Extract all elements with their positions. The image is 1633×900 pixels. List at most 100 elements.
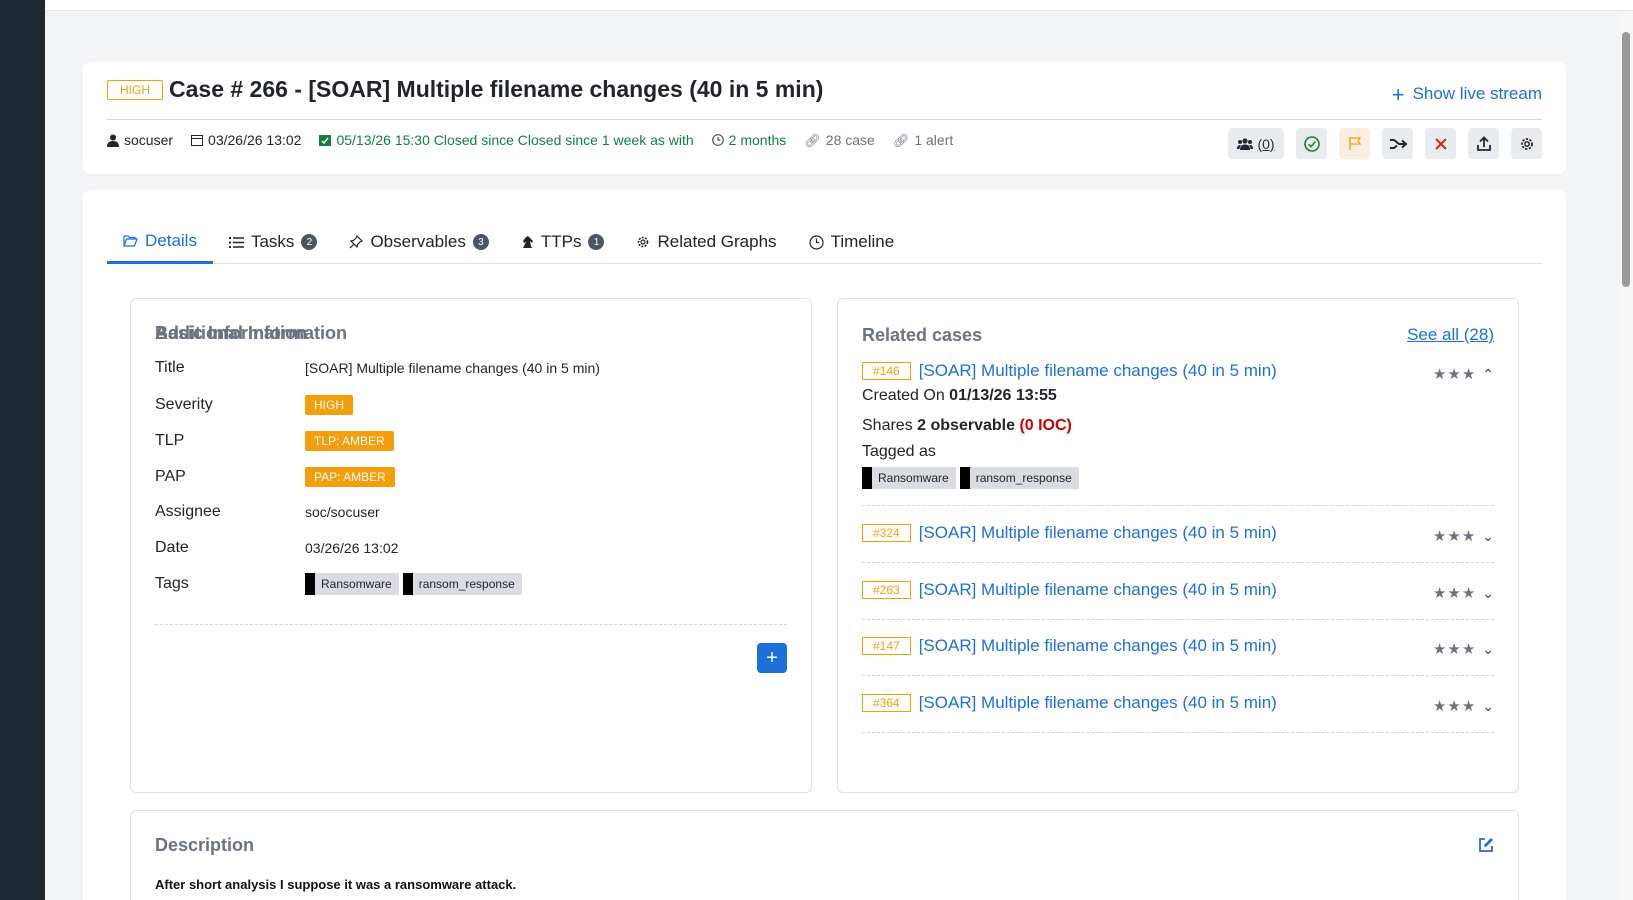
related-case-header[interactable]: #263 [SOAR] Multiple filename changes (4… <box>862 580 1494 600</box>
merge-icon <box>1389 138 1407 149</box>
case-created: 03/26/26 13:02 <box>191 132 301 148</box>
gear-icon <box>1520 137 1533 150</box>
plus-icon: + <box>766 646 778 669</box>
severity-stars-icon: ★★★ <box>1432 641 1477 658</box>
tab-timeline[interactable]: Timeline <box>793 220 911 264</box>
case-meta: socuser 03/26/26 13:02 05/13/26 15:30 Cl… <box>107 132 971 148</box>
severity-stars-icon: ★★★ <box>1432 528 1477 545</box>
title-label: Title <box>155 359 185 376</box>
merge-button[interactable] <box>1382 128 1413 159</box>
related-case-item[interactable]: #147 [SOAR] Multiple filename changes (4… <box>862 636 1494 659</box>
owner-text: socuser <box>124 132 174 148</box>
related-case-tags: Ransomware ransom_response <box>862 467 1494 489</box>
chevron-down-icon[interactable]: ⌄ <box>1482 641 1494 658</box>
upload-icon <box>1476 135 1491 151</box>
related-case-shares: Shares 2 observable (0 IOC) <box>862 417 1494 435</box>
tag-color-swatch <box>959 467 970 489</box>
tags-label: Tags <box>155 575 189 592</box>
see-all-link[interactable]: See all (28) <box>1407 325 1494 345</box>
assignee-value: soc/socuser <box>305 504 380 520</box>
tag-text: Ransomware <box>321 577 392 591</box>
basic-information-panel: Basic Information Title [SOAR] Multiple … <box>130 298 812 793</box>
user-icon <box>107 134 119 147</box>
related-case-title[interactable]: [SOAR] Multiple filename changes (40 in … <box>919 523 1277 543</box>
related-case-header[interactable]: #324 [SOAR] Multiple filename changes (4… <box>862 523 1494 543</box>
related-cases-heading: Related cases <box>862 325 983 345</box>
flag-button[interactable] <box>1339 128 1370 159</box>
related-case-title[interactable]: [SOAR] Multiple filename changes (40 in … <box>919 580 1277 600</box>
case-links[interactable]: 🔗︎ 28 case <box>804 132 875 148</box>
pap-label: PAP <box>155 468 186 485</box>
edit-description-button[interactable] <box>1478 837 1494 858</box>
tag-chip[interactable]: ransom_response <box>402 573 522 595</box>
tag-color-swatch <box>862 467 872 489</box>
case-owner: socuser <box>107 132 173 148</box>
severity-value-badge: HIGH <box>305 395 353 415</box>
settings-button[interactable] <box>1511 128 1542 159</box>
resolve-button[interactable] <box>1296 128 1327 159</box>
related-case-header[interactable]: #147 [SOAR] Multiple filename changes (4… <box>862 636 1494 656</box>
tag-chip[interactable]: Ransomware <box>305 573 399 595</box>
sharing-button[interactable]: (0) <box>1228 128 1284 159</box>
date-label: Date <box>155 539 189 556</box>
description-heading: Description <box>155 835 255 855</box>
show-live-stream-link[interactable]: + Show live stream <box>1392 83 1542 105</box>
additional-information-heading: Additional Information <box>155 323 347 343</box>
related-case-item[interactable]: #263 [SOAR] Multiple filename changes (4… <box>862 580 1494 602</box>
related-case-title[interactable]: [SOAR] Multiple filename changes (40 in … <box>919 361 1277 381</box>
divider <box>155 624 787 625</box>
tab-details[interactable]: Details <box>107 220 213 264</box>
export-button[interactable] <box>1468 128 1499 159</box>
chevron-down-icon[interactable]: ⌄ <box>1482 585 1494 602</box>
divider <box>862 675 1494 676</box>
tag-text: ransom_response <box>975 471 1072 485</box>
severity-stars-icon: ★★★ <box>1432 366 1477 383</box>
related-case-controls: ★★★ ⌄ <box>1432 640 1494 659</box>
title-row: Title [SOAR] Multiple filename changes (… <box>155 359 600 377</box>
link-icon: 🔗︎ <box>804 132 821 148</box>
tab-label: TTPs <box>540 232 582 251</box>
add-custom-field-button[interactable]: + <box>757 643 787 673</box>
date-row: Date 03/26/26 13:02 <box>155 539 398 557</box>
related-case-header[interactable]: #364 [SOAR] Multiple filename changes (4… <box>862 693 1494 713</box>
chevron-down-icon[interactable]: ⌄ <box>1482 698 1494 715</box>
case-title: Case # 266 - [SOAR] Multiple filename ch… <box>169 76 824 102</box>
related-case-title[interactable]: [SOAR] Multiple filename changes (40 in … <box>919 693 1277 713</box>
related-case-item[interactable]: #364 [SOAR] Multiple filename changes (4… <box>862 693 1494 715</box>
chevron-up-icon[interactable]: ⌃ <box>1482 366 1494 383</box>
related-case-id: #324 <box>862 524 911 542</box>
scrollbar[interactable] <box>1619 11 1633 900</box>
created-text: 03/26/26 13:02 <box>208 132 302 148</box>
calendar-check-icon <box>319 135 332 146</box>
check-circle-icon <box>1303 135 1320 152</box>
gear-icon <box>638 236 649 248</box>
severity-stars-icon: ★★★ <box>1432 585 1477 602</box>
case-alerts[interactable]: 🔗︎ 1 alert <box>893 132 953 148</box>
related-case-title[interactable]: [SOAR] Multiple filename changes (40 in … <box>919 636 1277 656</box>
tags-row: Tags Ransomware ransom_response <box>155 573 526 595</box>
tab-ttps[interactable]: TTPs 1 <box>505 220 621 264</box>
related-case-header[interactable]: #146 [SOAR] Multiple filename changes (4… <box>862 361 1494 381</box>
severity-row: Severity HIGH <box>155 395 353 415</box>
related-case-id: #147 <box>862 637 911 655</box>
created-value: 01/13/26 13:55 <box>949 387 1057 404</box>
shares-value: 2 observable <box>917 417 1015 434</box>
tab-tasks[interactable]: Tasks 2 <box>213 220 333 264</box>
pap-badge: PAP: AMBER <box>305 467 395 487</box>
tag-chip[interactable]: ransom_response <box>959 467 1079 489</box>
case-header: HIGH Case # 266 - [SOAR] Multiple filena… <box>83 62 1566 174</box>
tab-related-graphs[interactable]: Related Graphs <box>620 220 792 264</box>
chevron-down-icon[interactable]: ⌄ <box>1482 528 1494 545</box>
tab-observables[interactable]: Observables 3 <box>333 220 504 264</box>
related-case-id: #364 <box>862 694 911 712</box>
related-case-item[interactable]: #324 [SOAR] Multiple filename changes (4… <box>862 523 1494 545</box>
tag-chip[interactable]: Ransomware <box>862 467 956 489</box>
scrollbar-thumb[interactable] <box>1622 32 1630 287</box>
delete-button[interactable] <box>1425 128 1456 159</box>
case-duration: 2 months <box>711 132 786 148</box>
divider <box>862 505 1494 506</box>
assignee-row: Assignee soc/socuser <box>155 503 380 521</box>
case-details-card: Details Tasks 2 Observables 3 TTPs 1 Rel… <box>83 190 1566 900</box>
pap-row: PAP PAP: AMBER <box>155 467 395 487</box>
folder-open-icon <box>123 234 138 247</box>
